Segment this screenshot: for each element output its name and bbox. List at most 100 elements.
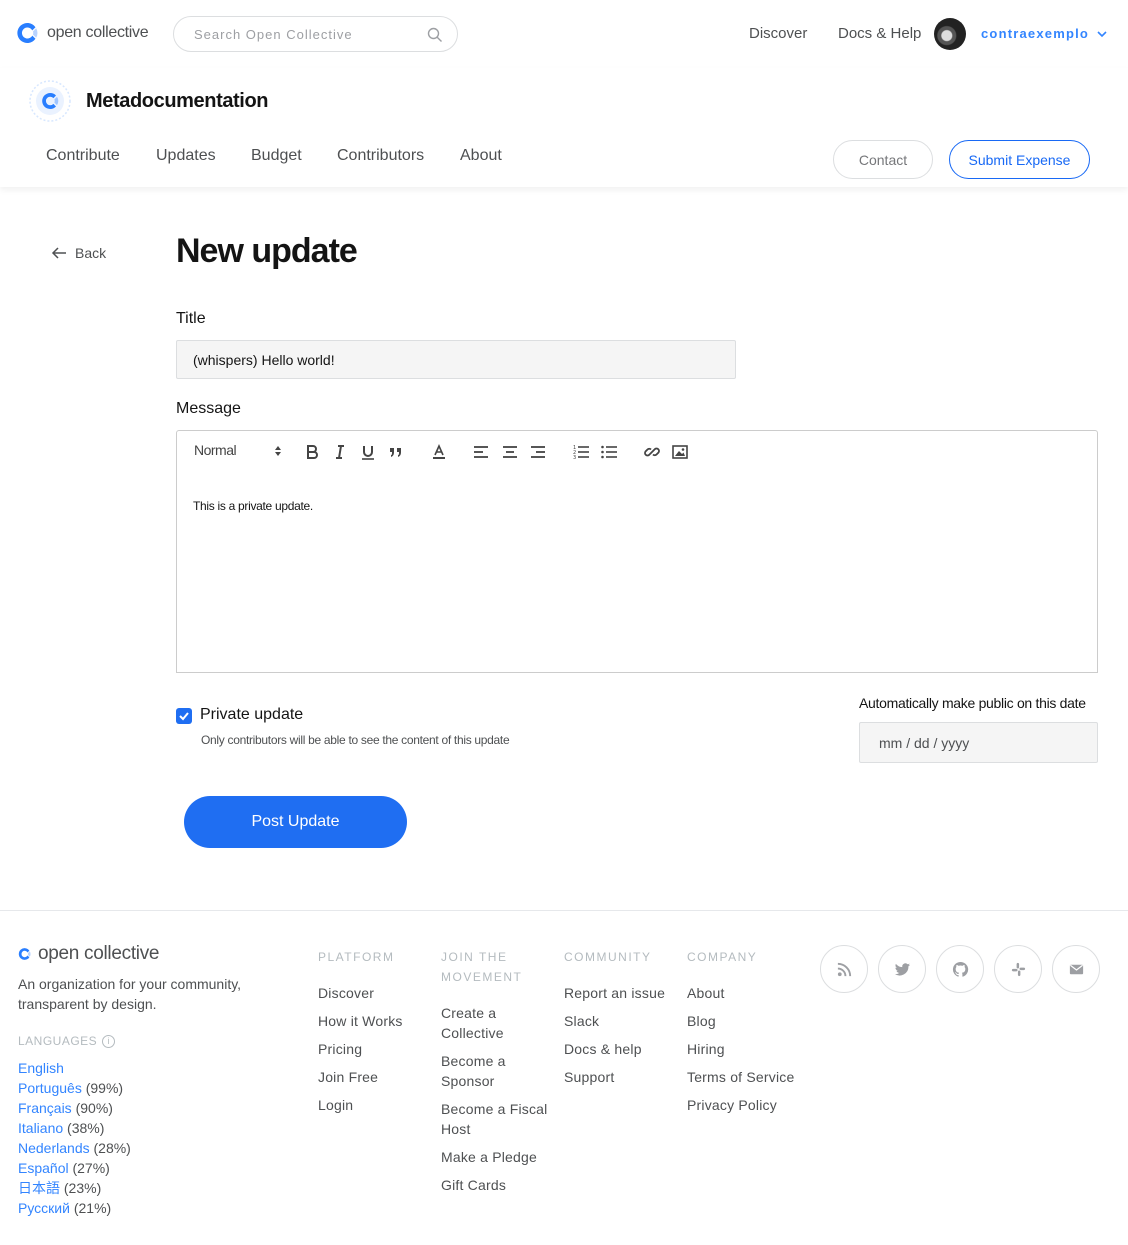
bullet-list-button[interactable] bbox=[600, 443, 618, 461]
footer-col-heading: PLATFORM bbox=[318, 950, 395, 964]
mail-icon bbox=[1069, 964, 1083, 974]
footer-col-heading: COMPANY bbox=[687, 950, 758, 964]
chevron-down-icon[interactable] bbox=[1096, 28, 1108, 40]
search-icon[interactable] bbox=[427, 27, 443, 43]
tab-contributors[interactable]: Contributors bbox=[337, 147, 424, 165]
language-link[interactable]: Português bbox=[18, 1080, 82, 1096]
title-label: Title bbox=[176, 310, 206, 327]
auto-public-date-input[interactable]: mm / dd / yyyy bbox=[859, 722, 1098, 763]
quote-icon bbox=[390, 448, 401, 457]
heading-format-select[interactable]: Normal bbox=[194, 442, 282, 462]
open-collective-logo[interactable]: open collective bbox=[16, 21, 149, 45]
footer-link-become-sponsor[interactable]: Become a Sponsor bbox=[441, 1051, 556, 1091]
twitter-link[interactable] bbox=[878, 945, 926, 993]
language-pct: (38%) bbox=[67, 1120, 105, 1136]
footer-link-gift-cards[interactable]: Gift Cards bbox=[441, 1175, 556, 1195]
image-button[interactable] bbox=[671, 443, 689, 461]
footer-link-make-pledge[interactable]: Make a Pledge bbox=[441, 1147, 556, 1167]
footer-link-discover[interactable]: Discover bbox=[318, 983, 433, 1003]
username[interactable]: contraexemplo bbox=[981, 26, 1089, 41]
blockquote-button[interactable] bbox=[387, 443, 405, 461]
align-left-button[interactable] bbox=[472, 443, 490, 461]
logo-text: open collective bbox=[47, 24, 149, 41]
language-link[interactable]: English bbox=[18, 1060, 64, 1076]
collective-avatar[interactable] bbox=[29, 80, 71, 122]
private-update-label[interactable]: Private update bbox=[200, 706, 303, 724]
auto-public-date-label: Automatically make public on this date bbox=[859, 695, 1086, 711]
language-pct: (90%) bbox=[75, 1100, 113, 1116]
message-editor[interactable]: This is a private update. bbox=[176, 472, 1098, 673]
underline-icon bbox=[362, 446, 374, 460]
footer-logo[interactable]: open collective bbox=[18, 943, 160, 965]
footer-link-slack[interactable]: Slack bbox=[564, 1011, 679, 1031]
language-link[interactable]: Italiano bbox=[18, 1120, 63, 1136]
language-item: English bbox=[18, 1058, 131, 1078]
language-pct: (23%) bbox=[63, 1180, 102, 1196]
footer-link-report-issue[interactable]: Report an issue bbox=[564, 983, 679, 1003]
footer-col-heading: JOIN THE MOVEMENT bbox=[441, 950, 523, 984]
footer-link-support[interactable]: Support bbox=[564, 1067, 679, 1087]
collective-name[interactable]: Metadocumentation bbox=[86, 90, 269, 113]
footer-link-how-it-works[interactable]: How it Works bbox=[318, 1011, 433, 1031]
nav-docs-help[interactable]: Docs & Help bbox=[838, 25, 921, 42]
link-icon bbox=[644, 447, 660, 457]
footer-link-about[interactable]: About bbox=[687, 983, 802, 1003]
footer-link-privacy[interactable]: Privacy Policy bbox=[687, 1095, 802, 1115]
date-placeholder: mm / dd / yyyy bbox=[879, 734, 970, 751]
image-icon bbox=[672, 445, 688, 459]
ordered-list-button[interactable]: 123 bbox=[572, 443, 590, 461]
collective-header: Metadocumentation Contribute Updates Bud… bbox=[0, 68, 1128, 187]
arrow-left-icon bbox=[51, 247, 66, 259]
underline-button[interactable] bbox=[359, 443, 377, 461]
align-right-button[interactable] bbox=[529, 443, 547, 461]
user-avatar[interactable] bbox=[934, 18, 966, 50]
language-link[interactable]: Русский bbox=[18, 1200, 70, 1216]
footer-link-join-free[interactable]: Join Free bbox=[318, 1067, 433, 1087]
private-update-checkbox[interactable] bbox=[176, 708, 192, 724]
github-link[interactable] bbox=[936, 945, 984, 993]
post-update-button[interactable]: Post Update bbox=[184, 796, 407, 848]
link-button[interactable] bbox=[643, 443, 661, 461]
rss-link[interactable] bbox=[820, 945, 868, 993]
back-link[interactable]: Back bbox=[51, 245, 106, 261]
align-center-button[interactable] bbox=[501, 443, 519, 461]
footer-link-create-collective[interactable]: Create a Collective bbox=[441, 1003, 556, 1043]
bold-button[interactable] bbox=[303, 443, 321, 461]
footer-link-blog[interactable]: Blog bbox=[687, 1011, 802, 1031]
footer-link-become-fiscal-host[interactable]: Become a Fiscal Host bbox=[441, 1099, 556, 1139]
language-link[interactable]: Español bbox=[18, 1160, 69, 1176]
editor-toolbar: Normal 123 bbox=[176, 430, 1098, 473]
tab-budget[interactable]: Budget bbox=[251, 147, 302, 165]
email-link[interactable] bbox=[1052, 945, 1100, 993]
contact-button[interactable]: Contact bbox=[833, 140, 933, 179]
tab-about[interactable]: About bbox=[460, 147, 502, 165]
footer-link-terms[interactable]: Terms of Service bbox=[687, 1067, 802, 1087]
language-link[interactable]: Français bbox=[18, 1100, 72, 1116]
top-navbar: open collective Discover Docs & Help con… bbox=[0, 0, 1128, 68]
private-update-help: Only contributors will be able to see th… bbox=[201, 733, 510, 747]
language-item: Português (99%) bbox=[18, 1078, 131, 1098]
title-input[interactable] bbox=[176, 340, 736, 379]
select-arrows-icon bbox=[275, 446, 281, 456]
submit-expense-button[interactable]: Submit Expense bbox=[949, 140, 1090, 179]
tab-contribute[interactable]: Contribute bbox=[46, 147, 120, 165]
footer-link-pricing[interactable]: Pricing bbox=[318, 1039, 433, 1059]
text-color-icon bbox=[433, 444, 445, 459]
footer-link-login[interactable]: Login bbox=[318, 1095, 433, 1115]
tab-updates[interactable]: Updates bbox=[156, 147, 216, 165]
language-link[interactable]: 日本語 bbox=[18, 1180, 60, 1196]
footer-col-platform: PLATFORM Discover How it Works Pricing J… bbox=[318, 947, 433, 1123]
language-link[interactable]: Nederlands bbox=[18, 1140, 90, 1156]
footer-link-hiring[interactable]: Hiring bbox=[687, 1039, 802, 1059]
search-input[interactable] bbox=[194, 27, 414, 42]
italic-icon bbox=[336, 445, 344, 459]
text-color-button[interactable] bbox=[430, 443, 448, 461]
slack-link[interactable] bbox=[994, 945, 1042, 993]
ordered-list-icon: 123 bbox=[573, 445, 589, 461]
footer-link-docs-help[interactable]: Docs & help bbox=[564, 1039, 679, 1059]
language-item: Русский (21%) bbox=[18, 1198, 131, 1218]
nav-discover[interactable]: Discover bbox=[749, 25, 807, 42]
languages-heading: LANGUAGES i bbox=[18, 1034, 116, 1048]
info-icon[interactable]: i bbox=[102, 1034, 116, 1048]
italic-button[interactable] bbox=[331, 443, 349, 461]
